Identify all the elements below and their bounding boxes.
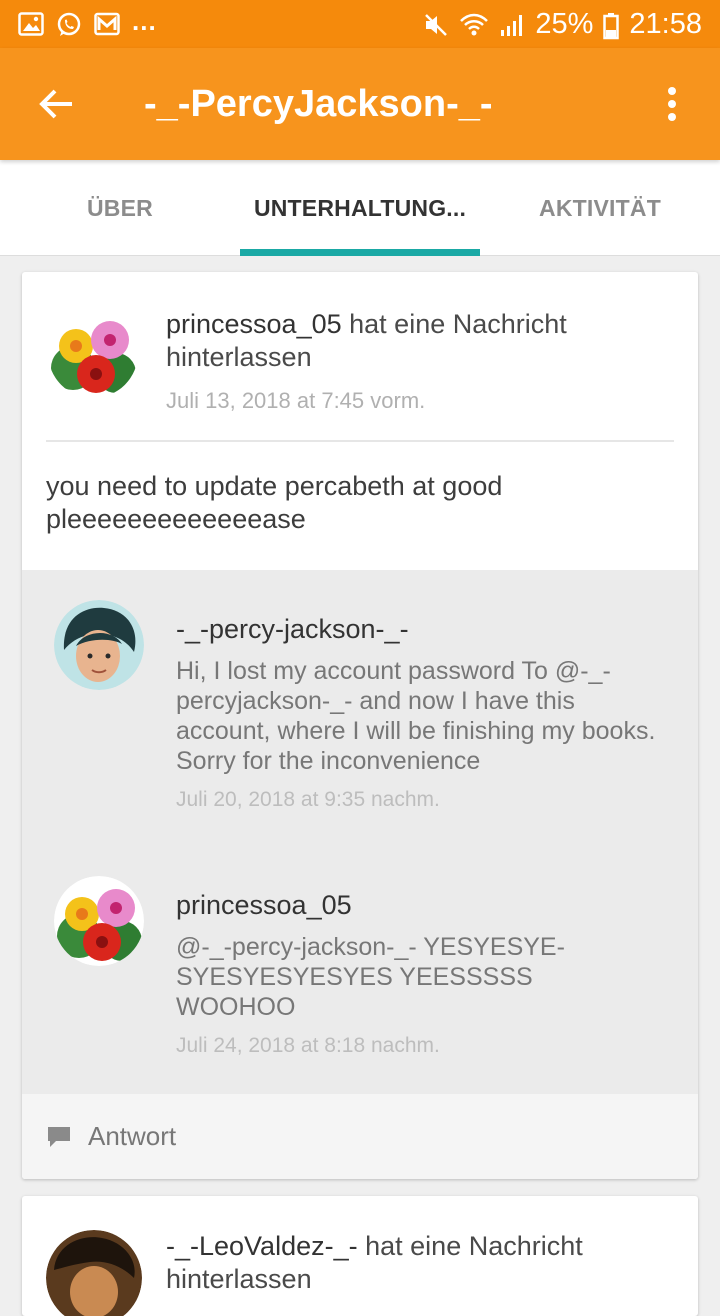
app-bar: -_-PercyJackson-_-: [0, 48, 720, 160]
percy-avatar-icon: [54, 600, 144, 690]
replies-section: -_-percy-jackson-_- Hi, I lost my accoun…: [22, 570, 698, 1094]
avatar[interactable]: [54, 876, 144, 966]
more-notifications: ...: [132, 5, 157, 36]
more-vert-icon: [668, 87, 676, 121]
reply-author[interactable]: -_-percy-jackson-_-: [176, 614, 409, 645]
reply-label: Antwort: [88, 1121, 177, 1151]
wifi-icon: [459, 12, 489, 36]
gallery-icon: [18, 12, 44, 36]
signal-icon: [499, 12, 525, 36]
conversation-card: princessoa_05 hat eine Nachricht hinterl…: [22, 272, 698, 1179]
back-button[interactable]: [0, 48, 112, 160]
battery-percent: 25%: [535, 7, 594, 40]
avatar[interactable]: [54, 600, 144, 690]
avatar[interactable]: [48, 308, 138, 398]
tab-unterhaltungen[interactable]: UNTERHALTUNG...: [240, 160, 480, 256]
reply-text: Hi, I lost my account password To @-_-pe…: [176, 657, 656, 775]
status-bar: ... 25% 21:58: [0, 0, 720, 48]
battery-icon: [603, 12, 620, 40]
whatsapp-icon: [56, 12, 82, 36]
overflow-menu-button[interactable]: [624, 48, 720, 160]
conversation-card: -_-LeoValdez-_- hat eine Nachricht hinte…: [22, 1196, 698, 1316]
mute-icon: [423, 12, 449, 36]
reply-date: Juli 20, 2018 at 9:35 nachm.: [176, 788, 440, 811]
message-text: you need to update percabeth at good ple…: [46, 471, 503, 534]
tab-bar: ÜBER UNTERHALTUNG... AKTIVITÄT: [0, 160, 720, 256]
conversation-date: Juli 13, 2018 at 7:45 vorm.: [166, 388, 426, 413]
flower-avatar-icon: [54, 876, 144, 966]
mail-icon: [94, 12, 120, 36]
tab-aktivitaet[interactable]: AKTIVITÄT: [480, 160, 720, 256]
avatar[interactable]: [46, 1230, 142, 1316]
leo-avatar-icon: [46, 1230, 142, 1316]
author-link[interactable]: -_-LeoValdez-_-: [166, 1231, 358, 1261]
conversation-header: princessoa_05 hat eine Nachricht hinterl…: [166, 308, 666, 374]
reply-date: Juli 24, 2018 at 8:18 nachm.: [176, 1034, 440, 1057]
reply-button[interactable]: Antwort: [22, 1094, 698, 1179]
clock: 21:58: [629, 7, 702, 40]
reply-author[interactable]: princessoa_05: [176, 890, 352, 921]
page-title: -_-PercyJackson-_-: [144, 82, 493, 125]
comment-icon: [48, 1126, 70, 1147]
conversation-header: -_-LeoValdez-_- hat eine Nachricht hinte…: [166, 1230, 666, 1296]
flower-avatar-icon: [48, 308, 138, 398]
divider: [46, 440, 674, 442]
author-link[interactable]: princessoa_05: [166, 309, 342, 339]
tab-ueber[interactable]: ÜBER: [0, 160, 240, 256]
reply-text: @-_-percy-jackson-_- YESYESYE-SYESYESYES…: [176, 933, 565, 1021]
arrow-back-icon: [39, 89, 72, 119]
